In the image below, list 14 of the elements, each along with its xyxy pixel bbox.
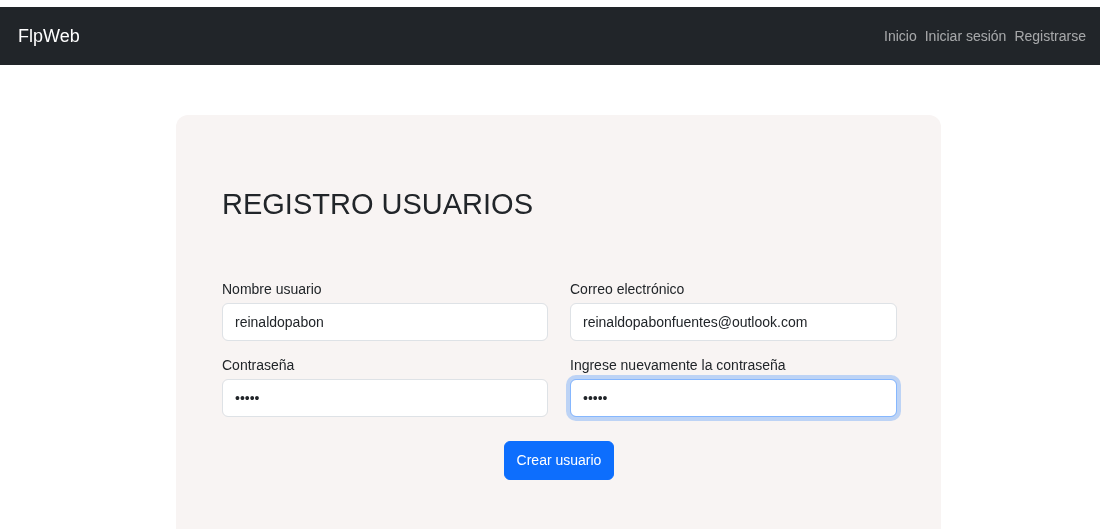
brand-logo[interactable]: FlpWeb <box>18 22 80 50</box>
form-title: REGISTRO USUARIOS <box>222 187 534 222</box>
input-field[interactable]: ••••• <box>222 378 548 417</box>
input-field[interactable]: reinaldopabonfuentes@outlook.com <box>570 302 897 341</box>
nav-link[interactable]: Inicio <box>884 25 917 47</box>
input-field[interactable]: reinaldopabon <box>222 302 548 341</box>
field-label: Contraseña <box>222 355 296 375</box>
nav-link[interactable]: Registrarse <box>1014 25 1086 47</box>
field-label: Correo electrónico <box>570 279 686 299</box>
field-label: Ingrese nuevamente la contraseña <box>570 355 787 375</box>
field-label: Nombre usuario <box>222 279 323 299</box>
create-user-button[interactable]: Crear usuario <box>503 440 615 480</box>
nav-link[interactable]: Iniciar sesión <box>924 25 1007 47</box>
input-field[interactable]: ••••• <box>570 378 897 417</box>
